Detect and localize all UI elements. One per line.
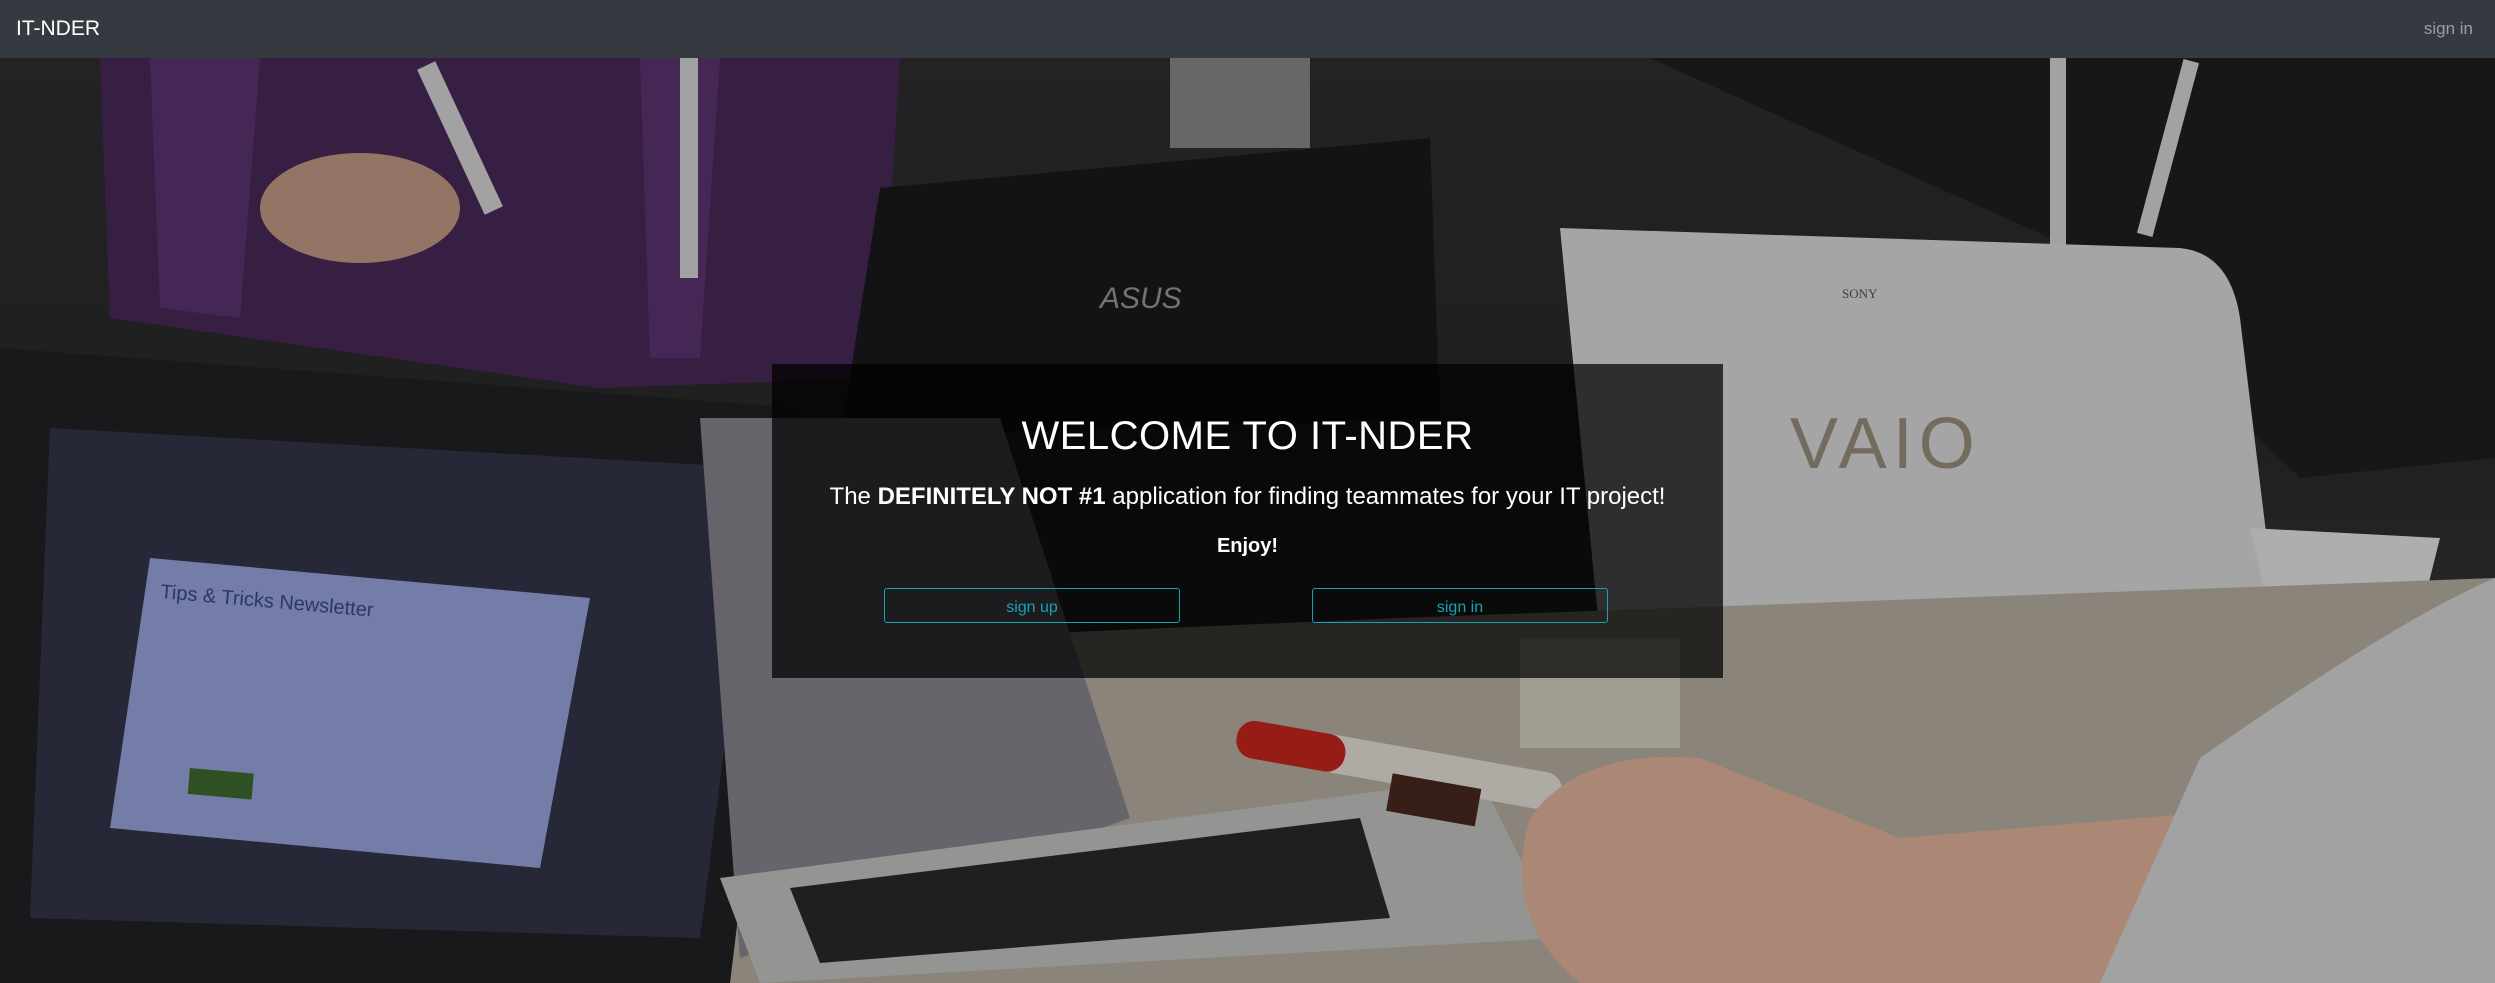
navbar: IT-NDER sign in [0, 0, 2495, 58]
welcome-title: WELCOME TO IT-NDER [1021, 414, 1474, 458]
subtitle-prefix: The [829, 483, 878, 510]
signup-button[interactable]: sign up [884, 588, 1180, 623]
brand-logo[interactable]: IT-NDER [16, 16, 100, 42]
welcome-panel: WELCOME TO IT-NDER The DEFINITELY NOT #1… [772, 364, 1723, 678]
subtitle-suffix: application for finding teammates for yo… [1105, 483, 1666, 510]
signin-button[interactable]: sign in [1312, 588, 1608, 623]
enjoy-text: Enjoy! [1216, 535, 1279, 557]
welcome-subtitle: The DEFINITELY NOT #1 application for fi… [772, 482, 1723, 512]
landing-page: IT-NDER sign in ASUS SONY VAIO [0, 0, 2495, 983]
nav-signin-link[interactable]: sign in [2424, 18, 2473, 40]
subtitle-bold: DEFINITELY NOT #1 [877, 483, 1106, 510]
